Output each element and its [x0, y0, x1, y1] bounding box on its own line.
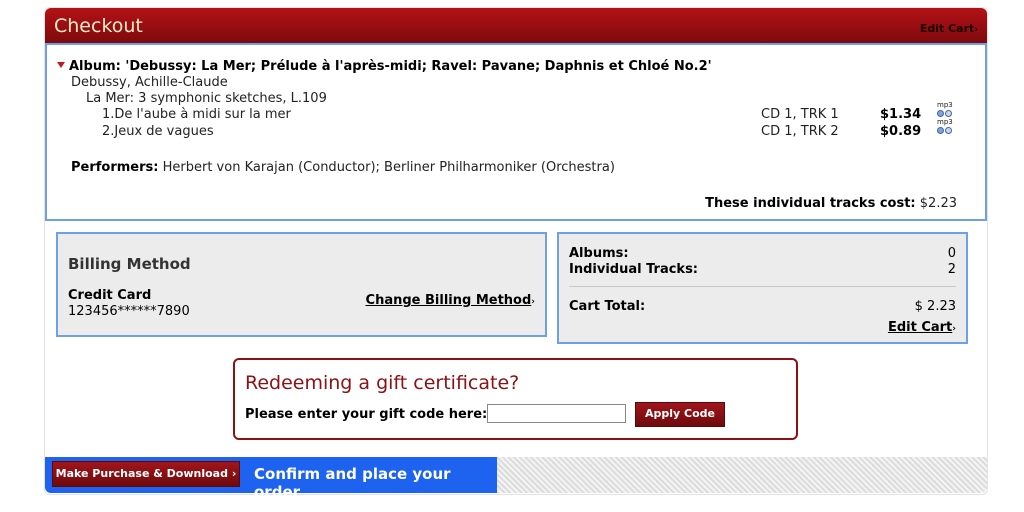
- album-title: Album: 'Debussy: La Mer; Prélude à l'apr…: [69, 59, 712, 74]
- track-name: 2.Jeux de vagues: [102, 124, 214, 139]
- gift-code-label: Please enter your gift code here:: [245, 407, 488, 422]
- triangle-down-icon[interactable]: [57, 62, 65, 68]
- confirm-banner: Make Purchase & Download › Confirm and p…: [45, 457, 497, 501]
- track-row: 2.Jeux de vagues CD 1, TRK 2 $0.89 mp3: [47, 118, 985, 140]
- checkout-header: Checkout Edit Cart›: [45, 8, 987, 43]
- track-price: $0.89: [880, 124, 922, 139]
- gift-title: Redeeming a gift certificate?: [245, 372, 520, 394]
- individual-tracks-value: 2: [947, 262, 956, 277]
- cart-total-row: Cart Total: $ 2.23: [569, 299, 956, 314]
- track-name: 1.De l'aube à midi sur la mer: [102, 107, 291, 122]
- tracks-cost-value: $2.23: [919, 196, 957, 211]
- individual-tracks-row: Individual Tracks: 2: [569, 262, 956, 277]
- track-price: $1.34: [880, 107, 922, 122]
- gift-certificate-box: Redeeming a gift certificate? Please ent…: [233, 358, 798, 440]
- performers-label: Performers:: [71, 160, 159, 175]
- track-row: 1.De l'aube à midi sur la mer CD 1, TRK …: [47, 101, 985, 123]
- tracks-cost-label: These individual tracks cost:: [705, 196, 916, 211]
- apply-code-button[interactable]: Apply Code: [635, 402, 725, 427]
- gift-code-input[interactable]: [487, 404, 626, 423]
- tracks-cost-line: These individual tracks cost: $2.23: [705, 196, 957, 211]
- album-section: Album: 'Debussy: La Mer; Prélude à l'apr…: [45, 43, 987, 221]
- track-position: CD 1, TRK 1: [761, 107, 839, 122]
- billing-method-type: Credit Card: [68, 288, 152, 303]
- chevron-right-icon: ›: [952, 324, 956, 334]
- albums-row: Albums: 0: [569, 246, 956, 261]
- individual-tracks-label: Individual Tracks:: [569, 262, 699, 277]
- cart-total-label: Cart Total:: [569, 299, 646, 314]
- chevron-right-icon: ›: [974, 25, 978, 35]
- album-composer: Debussy, Achille-Claude: [71, 75, 228, 90]
- header-edit-cart-label[interactable]: Edit Cart: [920, 22, 974, 35]
- disc-icon: [937, 127, 944, 134]
- cart-total-value: $ 2.23: [914, 299, 956, 314]
- confirm-order-text: Confirm and place your order: [254, 465, 451, 501]
- chevron-right-icon: ›: [231, 467, 237, 480]
- disc-icon: [945, 110, 952, 117]
- change-billing-method-link[interactable]: Change Billing Method›: [366, 293, 535, 308]
- disc-icon: [945, 127, 952, 134]
- card-number: 123456******7890: [68, 304, 190, 319]
- track-position: CD 1, TRK 2: [761, 124, 839, 139]
- summary-divider: [569, 286, 956, 287]
- billing-heading: Billing Method: [68, 255, 191, 273]
- albums-label: Albums:: [569, 246, 629, 261]
- disc-icon: [937, 110, 944, 117]
- mp3-icon[interactable]: mp3: [936, 118, 956, 138]
- performers-line: Performers: Herbert von Karajan (Conduct…: [71, 160, 615, 175]
- make-purchase-button[interactable]: Make Purchase & Download ›: [52, 461, 240, 487]
- summary-edit-cart-link[interactable]: Edit Cart›: [888, 320, 956, 335]
- cart-summary-box: Albums: 0 Individual Tracks: 2 Cart Total:…: [557, 232, 968, 344]
- billing-method-box: Billing Method Credit Card 123456******7…: [56, 232, 547, 337]
- mp3-label: mp3: [937, 118, 953, 126]
- checkout-panel: Checkout Edit Cart› Album: 'Debussy: La …: [44, 7, 988, 501]
- page-title: Checkout: [54, 15, 143, 37]
- albums-value: 0: [947, 246, 956, 261]
- footer-bar: Make Purchase & Download › Confirm and p…: [45, 457, 987, 501]
- album-work: La Mer: 3 symphonic sketches, L.109: [86, 91, 327, 106]
- header-edit-cart-link[interactable]: Edit Cart›: [920, 22, 978, 35]
- performers-value: Herbert von Karajan (Conductor); Berline…: [162, 160, 615, 175]
- chevron-right-icon: ›: [531, 297, 535, 307]
- mp3-label: mp3: [937, 101, 953, 109]
- make-purchase-label[interactable]: Make Purchase & Download: [56, 467, 228, 480]
- change-billing-method-label[interactable]: Change Billing Method: [366, 293, 532, 308]
- summary-edit-cart-label[interactable]: Edit Cart: [888, 320, 952, 335]
